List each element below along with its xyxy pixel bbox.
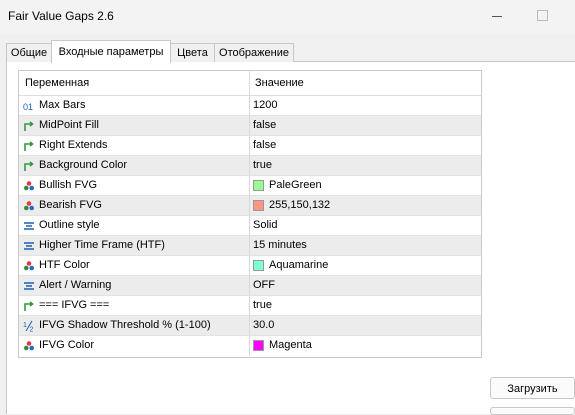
bool-arrow-icon xyxy=(24,141,34,151)
table-row[interactable]: Bullish FVG PaleGreen xyxy=(19,176,481,196)
param-value[interactable]: 30.0 xyxy=(253,319,274,331)
title-bar: Fair Value Gaps 2.6 xyxy=(0,0,575,34)
tab-colors[interactable]: Цвета xyxy=(170,43,215,62)
table-row[interactable]: Bearish FVG 255,150,132 xyxy=(19,196,481,216)
table-row[interactable]: Right Extends false xyxy=(19,136,481,156)
table-row[interactable]: Outline style Solid xyxy=(19,216,481,236)
param-name: MidPoint Fill xyxy=(39,119,99,131)
color-palette-icon xyxy=(24,181,34,191)
param-name: === IFVG === xyxy=(39,299,110,311)
param-value[interactable]: 15 minutes xyxy=(253,239,307,251)
param-value[interactable]: PaleGreen xyxy=(269,179,322,191)
color-swatch[interactable] xyxy=(253,340,264,351)
table-row[interactable]: === IFVG === true xyxy=(19,296,481,316)
table-header: Переменная Значение xyxy=(19,71,481,96)
param-value[interactable]: Aquamarine xyxy=(269,259,328,271)
param-value[interactable]: false xyxy=(253,119,276,131)
param-name: Max Bars xyxy=(39,99,86,111)
header-value[interactable]: Значение xyxy=(255,77,304,89)
param-name: Bearish FVG xyxy=(39,199,102,211)
tab-general[interactable]: Общие xyxy=(6,43,52,62)
next-button-partial[interactable] xyxy=(490,407,575,415)
table-row[interactable]: 12 IFVG Shadow Threshold % (1-100) 30.0 xyxy=(19,316,481,336)
fraction-icon: 12 xyxy=(23,320,34,333)
color-palette-icon xyxy=(24,201,34,211)
param-name: HTF Color xyxy=(39,259,90,271)
param-name: Higher Time Frame (HTF) xyxy=(39,239,165,251)
param-name: Bullish FVG xyxy=(39,179,98,191)
maximize-icon[interactable] xyxy=(537,10,548,21)
color-swatch[interactable] xyxy=(253,200,264,211)
enum-list-icon xyxy=(24,282,34,290)
tab-input-parameters[interactable]: Входные параметры xyxy=(51,40,171,63)
bool-arrow-icon xyxy=(24,121,34,131)
param-name: IFVG Color xyxy=(39,339,95,351)
param-name: Background Color xyxy=(39,159,128,171)
minimize-icon[interactable] xyxy=(492,16,502,17)
param-value[interactable]: true xyxy=(253,159,272,171)
integer-icon: 01 xyxy=(23,102,33,112)
param-name: IFVG Shadow Threshold % (1-100) xyxy=(39,319,211,331)
table-row[interactable]: Background Color true xyxy=(19,156,481,176)
table-row[interactable]: Alert / Warning OFF xyxy=(19,276,481,296)
table-row[interactable]: Higher Time Frame (HTF) 15 minutes xyxy=(19,236,481,256)
enum-list-icon xyxy=(24,222,34,230)
param-name: Right Extends xyxy=(39,139,108,151)
table-row[interactable]: IFVG Color Magenta xyxy=(19,336,481,356)
header-variable[interactable]: Переменная xyxy=(25,77,89,89)
param-value[interactable]: 255,150,132 xyxy=(269,199,330,211)
param-value[interactable]: 1200 xyxy=(253,99,277,111)
param-value[interactable]: Solid xyxy=(253,219,277,231)
param-name: Alert / Warning xyxy=(39,279,112,291)
load-button[interactable]: Загрузить xyxy=(490,377,575,399)
param-value[interactable]: true xyxy=(253,299,272,311)
color-palette-icon xyxy=(24,261,34,271)
svg-text:1: 1 xyxy=(23,322,27,329)
param-value[interactable]: false xyxy=(253,139,276,151)
color-swatch[interactable] xyxy=(253,260,264,271)
enum-list-icon xyxy=(24,242,34,250)
param-value[interactable]: OFF xyxy=(253,279,275,291)
table-row[interactable]: MidPoint Fill false xyxy=(19,116,481,136)
param-name: Outline style xyxy=(39,219,100,231)
param-value[interactable]: Magenta xyxy=(269,339,312,351)
svg-text:01: 01 xyxy=(23,102,33,112)
column-divider[interactable] xyxy=(249,71,250,95)
tab-display[interactable]: Отображение xyxy=(214,43,294,62)
window-title: Fair Value Gaps 2.6 xyxy=(8,9,114,23)
svg-text:2: 2 xyxy=(30,327,34,333)
color-palette-icon xyxy=(24,341,34,351)
parameters-table: Переменная Значение 01 Max Bars 1200 Mid… xyxy=(18,70,482,358)
bool-arrow-icon xyxy=(24,161,34,171)
bool-arrow-icon xyxy=(24,301,34,311)
table-row[interactable]: HTF Color Aquamarine xyxy=(19,256,481,276)
table-row[interactable]: 01 Max Bars 1200 xyxy=(19,96,481,116)
color-swatch[interactable] xyxy=(253,180,264,191)
